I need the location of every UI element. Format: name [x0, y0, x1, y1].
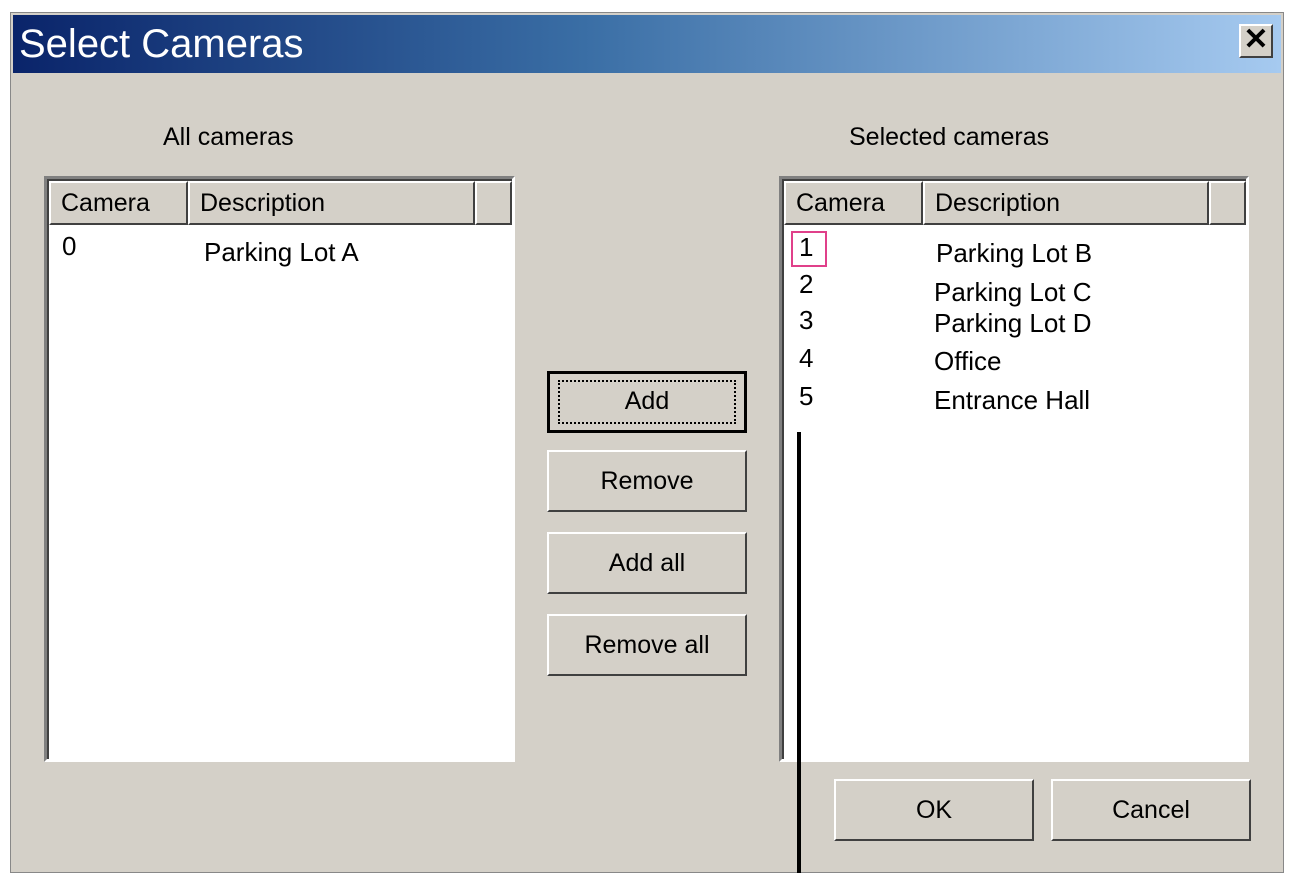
all-cameras-label: All cameras: [163, 123, 294, 151]
camera-number: 0: [62, 231, 77, 261]
ok-button[interactable]: OK: [834, 779, 1034, 841]
camera-description: Office: [934, 346, 1002, 376]
column-header-filler: [1209, 181, 1246, 225]
add-button[interactable]: Add: [547, 371, 747, 433]
column-header-description[interactable]: Description: [923, 181, 1209, 225]
close-button[interactable]: ✕: [1239, 24, 1273, 58]
camera-description: Entrance Hall: [934, 385, 1091, 415]
text-cursor-line: [797, 432, 801, 873]
all-cameras-header: Camera Description: [49, 181, 512, 225]
camera-number: 1: [799, 232, 814, 262]
cancel-button[interactable]: Cancel: [1051, 779, 1251, 841]
selected-cameras-label: Selected cameras: [849, 123, 1050, 151]
title-bar[interactable]: Select Cameras ✕: [13, 15, 1281, 73]
all-cameras-list[interactable]: Camera Description 0 Parking Lot A: [44, 176, 515, 762]
camera-number: 3: [799, 305, 814, 335]
camera-number: 4: [799, 343, 814, 373]
remove-button[interactable]: Remove: [547, 450, 747, 512]
camera-number: 5: [799, 381, 814, 411]
camera-number: 2: [799, 269, 814, 299]
selected-cameras-header: Camera Description: [784, 181, 1246, 225]
window-title: Select Cameras: [19, 22, 304, 66]
camera-description: Parking Lot A: [204, 237, 359, 267]
remove-all-button[interactable]: Remove all: [547, 614, 747, 676]
column-header-camera[interactable]: Camera: [784, 181, 923, 225]
selected-cameras-list[interactable]: Camera Description 1 Parking Lot B 2 Par…: [779, 176, 1249, 762]
add-all-button[interactable]: Add all: [547, 532, 747, 594]
select-cameras-dialog: Select Cameras ✕ All cameras Camera Desc…: [10, 12, 1284, 873]
camera-description: Parking Lot D: [934, 308, 1092, 338]
column-header-camera[interactable]: Camera: [49, 181, 188, 225]
camera-description: Parking Lot C: [934, 277, 1092, 307]
column-header-filler: [475, 181, 512, 225]
close-icon: ✕: [1243, 23, 1269, 56]
camera-description: Parking Lot B: [936, 238, 1093, 268]
column-header-description[interactable]: Description: [188, 181, 475, 225]
